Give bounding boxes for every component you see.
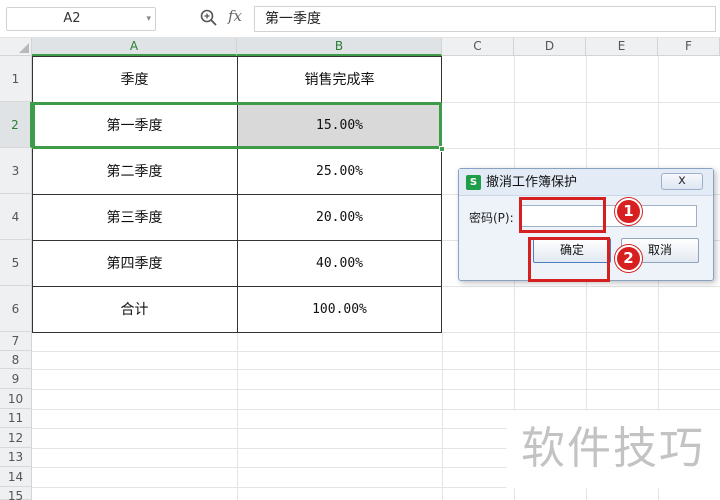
row-header-6[interactable]: 6 bbox=[0, 286, 32, 332]
row-header-12[interactable]: 12 bbox=[0, 428, 32, 448]
table-border bbox=[32, 56, 442, 57]
watermark: 软件技巧 bbox=[506, 410, 720, 488]
row-header-8[interactable]: 8 bbox=[0, 351, 32, 369]
row-header-9[interactable]: 9 bbox=[0, 369, 32, 389]
selection-border bbox=[32, 102, 442, 149]
column-header-a[interactable]: A bbox=[32, 38, 237, 56]
password-label: 密码(P): bbox=[469, 211, 514, 225]
callout-badge-2: 2 bbox=[615, 245, 642, 272]
gridline bbox=[237, 332, 238, 500]
row-header-7[interactable]: 7 bbox=[0, 332, 32, 351]
gridline bbox=[32, 369, 720, 370]
gridline bbox=[32, 389, 720, 390]
column-header-e[interactable]: E bbox=[586, 38, 658, 56]
gridline bbox=[32, 351, 720, 352]
table-cell-quarter[interactable]: 第二季度 bbox=[32, 148, 237, 194]
column-header-f[interactable]: F bbox=[658, 38, 720, 56]
table-cell-quarter[interactable]: 第四季度 bbox=[32, 240, 237, 286]
row-header-15[interactable]: 15 bbox=[0, 487, 32, 500]
table-cell-rate[interactable]: 25.00% bbox=[237, 148, 442, 194]
table-border bbox=[32, 194, 442, 195]
table-cell-total-label[interactable]: 合计 bbox=[32, 286, 237, 332]
column-header-c[interactable]: C bbox=[442, 38, 514, 56]
select-all-corner[interactable] bbox=[0, 38, 32, 56]
table-header-cell[interactable]: 季度 bbox=[32, 56, 237, 102]
row-header-4[interactable]: 4 bbox=[0, 194, 32, 240]
fx-icon[interactable]: fx bbox=[228, 7, 242, 25]
row-header-11[interactable]: 11 bbox=[0, 409, 32, 428]
table-border bbox=[32, 286, 442, 287]
name-box-value: A2 bbox=[63, 11, 81, 26]
row-header-10[interactable]: 10 bbox=[0, 389, 32, 409]
table-cell-total-value[interactable]: 100.00% bbox=[237, 286, 442, 332]
callout-highlight-ok bbox=[528, 237, 610, 282]
table-border bbox=[32, 332, 442, 333]
zoom-icon[interactable] bbox=[199, 8, 219, 28]
fill-handle[interactable] bbox=[439, 146, 445, 152]
table-header-cell[interactable]: 销售完成率 bbox=[237, 56, 442, 102]
wps-spreadsheet-icon: S bbox=[466, 175, 481, 190]
row-header-2[interactable]: 2 bbox=[0, 102, 32, 148]
row-header-3[interactable]: 3 bbox=[0, 148, 32, 194]
row-header-14[interactable]: 14 bbox=[0, 467, 32, 487]
formula-bar: A2 ▾ fx 第一季度 bbox=[0, 0, 720, 38]
dialog-title: 撤消工作簿保护 bbox=[486, 175, 578, 190]
row-header-5[interactable]: 5 bbox=[0, 240, 32, 286]
callout-highlight-password bbox=[519, 197, 606, 233]
table-cell-rate[interactable]: 40.00% bbox=[237, 240, 442, 286]
table-cell-quarter[interactable]: 第三季度 bbox=[32, 194, 237, 240]
close-icon[interactable]: x bbox=[661, 173, 703, 190]
table-border bbox=[32, 240, 442, 241]
callout-badge-1: 1 bbox=[615, 198, 642, 225]
table-cell-rate[interactable]: 20.00% bbox=[237, 194, 442, 240]
column-header-b[interactable]: B bbox=[237, 38, 442, 56]
chevron-down-icon[interactable]: ▾ bbox=[146, 8, 151, 30]
dialog-titlebar[interactable]: S 撤消工作簿保护 x bbox=[459, 169, 713, 196]
row-header-1[interactable]: 1 bbox=[0, 56, 32, 102]
gridline bbox=[442, 332, 443, 500]
formula-input[interactable]: 第一季度 bbox=[254, 6, 716, 32]
name-box[interactable]: A2 ▾ bbox=[6, 7, 156, 31]
column-header-d[interactable]: D bbox=[514, 38, 586, 56]
row-header-13[interactable]: 13 bbox=[0, 448, 32, 467]
